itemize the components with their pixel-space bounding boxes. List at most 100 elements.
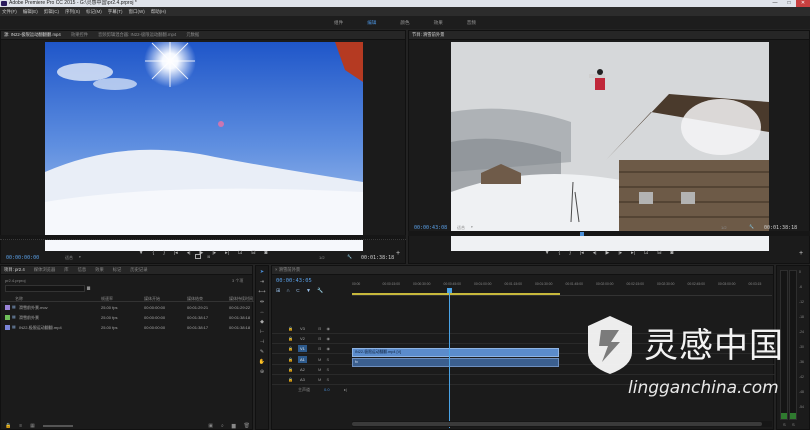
tab-history[interactable]: 历史记录	[130, 267, 147, 273]
selection-tool-icon[interactable]: ➤	[260, 269, 264, 275]
tab-program[interactable]: 节目: 滑雪前外景	[412, 32, 444, 38]
menu-help[interactable]: 帮助(H)	[151, 7, 166, 16]
track-label[interactable]: A2	[298, 366, 307, 373]
track-visibility-icon[interactable]: ⊟ ◉	[318, 346, 332, 351]
nest-icon[interactable]: ⊞	[276, 288, 280, 294]
program-fit-chevron-icon[interactable]: ▾	[471, 225, 473, 229]
menu-title[interactable]: 字幕(T)	[108, 7, 123, 16]
add-marker-icon[interactable]: ▼	[139, 250, 144, 256]
program-add-marker-icon[interactable]: ▼	[545, 250, 550, 256]
header-name[interactable]: 名称	[15, 296, 23, 302]
program-play-icon[interactable]: ▶	[606, 250, 610, 256]
program-step-forward-icon[interactable]: |▸	[618, 250, 622, 256]
header-end[interactable]: 媒体结束	[187, 296, 203, 302]
new-item-icon[interactable]: ▣	[208, 423, 213, 429]
insert-icon[interactable]: ⊡	[238, 250, 242, 256]
camera-icon[interactable]: ◙	[264, 250, 267, 256]
overwrite-icon[interactable]: ⊟	[251, 250, 255, 256]
track-select-tool-icon[interactable]: ⇥	[260, 279, 264, 285]
source-scrubber[interactable]	[0, 235, 406, 240]
track-visibility-icon[interactable]: ⊟ ◉	[318, 326, 332, 331]
table-row[interactable]: IN22-极限运动翻翻.mp4 25.00 fps 00:00:00:00 00:01…	[1, 323, 254, 333]
trash-icon[interactable]: 🗑	[244, 423, 250, 429]
hand-tool-icon[interactable]: ✋	[259, 359, 265, 365]
header-start[interactable]: 媒体开始	[144, 296, 160, 302]
program-mark-in-icon[interactable]: {	[559, 250, 561, 256]
master-go-to-end-icon[interactable]: ▸|	[344, 387, 347, 392]
new-bin-icon[interactable]: ▆	[232, 423, 236, 429]
menu-file[interactable]: 文件(F)	[2, 7, 17, 16]
track-lock-icon[interactable]: 🔒	[288, 377, 293, 382]
track-mute-solo-buttons[interactable]: M S	[318, 357, 331, 362]
track-lock-icon[interactable]: 🔒	[288, 367, 293, 372]
zoom-tool-icon[interactable]: ⊕	[260, 369, 264, 375]
menu-window[interactable]: 窗口(W)	[129, 7, 145, 16]
tab-libraries[interactable]: 库	[64, 267, 68, 273]
workspace-audio[interactable]: 音频	[467, 20, 476, 26]
slip-tool-icon[interactable]: ⊢	[260, 329, 264, 335]
rate-stretch-tool-icon[interactable]: ↔	[260, 309, 265, 315]
snap-icon[interactable]: ∩	[286, 288, 290, 294]
step-back-icon[interactable]: ◂|	[187, 250, 191, 256]
track-lock-icon[interactable]: 🔒	[288, 357, 293, 362]
source-add-button[interactable]: +	[396, 250, 400, 257]
timeline-settings-icon[interactable]: 🔧	[317, 288, 323, 294]
track-lock-icon[interactable]: 🔒	[288, 336, 293, 341]
tab-effect-controls[interactable]: 效果控件	[71, 32, 88, 38]
menu-marker[interactable]: 标记(M)	[86, 7, 102, 16]
playhead[interactable]	[446, 288, 452, 428]
track-mute-solo-buttons[interactable]: M S	[318, 367, 331, 372]
close-button[interactable]: ✕	[796, 0, 810, 7]
tab-project[interactable]: 项目: pr2.4	[4, 267, 25, 273]
workspace-editing[interactable]: 编辑	[367, 20, 376, 26]
ripple-edit-tool-icon[interactable]: ⟷	[258, 289, 265, 295]
meter-solo-right-button[interactable]: S	[792, 422, 795, 427]
program-playhead-handle[interactable]	[580, 232, 584, 236]
list-view-icon[interactable]: ≡	[19, 423, 22, 429]
video-clip[interactable]: IN22-极限运动翻翻.mp4 [V]	[352, 348, 559, 357]
workspace-color[interactable]: 颜色	[400, 20, 409, 26]
maximize-button[interactable]: □	[782, 0, 796, 7]
program-wrench-icon[interactable]: 🔧	[749, 224, 754, 229]
extract-icon[interactable]: ⊟	[657, 250, 661, 256]
razor-tool-icon[interactable]: ◆	[260, 319, 264, 325]
go-to-out-icon[interactable]: ▸|	[225, 250, 229, 256]
menu-clip[interactable]: 剪辑(C)	[44, 7, 59, 16]
playhead-handle[interactable]	[446, 288, 452, 293]
program-scale-dropdown[interactable]: 1/2	[721, 225, 727, 230]
tab-sequence[interactable]: × 滑雪前外景	[275, 267, 300, 273]
track-lock-icon[interactable]: 🔒	[288, 346, 293, 351]
project-search-input[interactable]	[5, 285, 85, 292]
workspace-effects[interactable]: 效果	[434, 20, 443, 26]
table-row[interactable]: 滑雪前外景 25.00 fps 00:00:00:00 00:01:38:17 00:0…	[1, 313, 254, 323]
header-duration[interactable]: 媒体持续时间	[229, 296, 253, 302]
lift-icon[interactable]: ⊡	[644, 250, 648, 256]
rolling-edit-tool-icon[interactable]: ⇹	[260, 299, 264, 305]
pen-tool-icon[interactable]: ✎	[260, 349, 264, 355]
slide-tool-icon[interactable]: ⊣	[260, 339, 264, 345]
track-mute-solo-buttons[interactable]: M S	[318, 377, 331, 382]
add-marker-timeline-icon[interactable]: ▼	[306, 288, 311, 294]
track-label[interactable]: V1	[298, 345, 307, 352]
tab-markers[interactable]: 标记	[113, 267, 122, 273]
tab-info[interactable]: 信息	[78, 267, 87, 273]
timeline-horizontal-scrollbar[interactable]	[352, 421, 772, 427]
workspace-assembly[interactable]: 组件	[334, 20, 343, 26]
tab-audio-clip-mixer[interactable]: 音频剪辑混合器: IN22-极限运动翻翻.mp4	[98, 32, 176, 38]
mark-out-icon[interactable]: }	[163, 250, 165, 256]
new-bin-folder-icon[interactable]: ▆	[87, 285, 90, 290]
search-icon[interactable]: ⌕	[221, 423, 224, 429]
program-scrubber[interactable]	[408, 231, 810, 236]
audio-clip[interactable]: fx	[352, 358, 559, 367]
menu-edit[interactable]: 编辑(E)	[23, 7, 38, 16]
linked-selection-icon[interactable]: ⊂	[296, 288, 300, 294]
program-camera-icon[interactable]: ◙	[670, 250, 673, 256]
program-go-to-out-icon[interactable]: ▸|	[631, 250, 635, 256]
track-visibility-icon[interactable]: ⊟ ◉	[318, 336, 332, 341]
track-label[interactable]: V2	[298, 335, 307, 342]
tab-metadata[interactable]: 元数据	[186, 32, 199, 38]
program-mark-out-icon[interactable]: }	[569, 250, 571, 256]
track-lock-icon[interactable]: 🔒	[288, 326, 293, 331]
meter-solo-left-button[interactable]: S	[783, 422, 786, 427]
timeline-scroll-thumb[interactable]	[352, 422, 762, 426]
